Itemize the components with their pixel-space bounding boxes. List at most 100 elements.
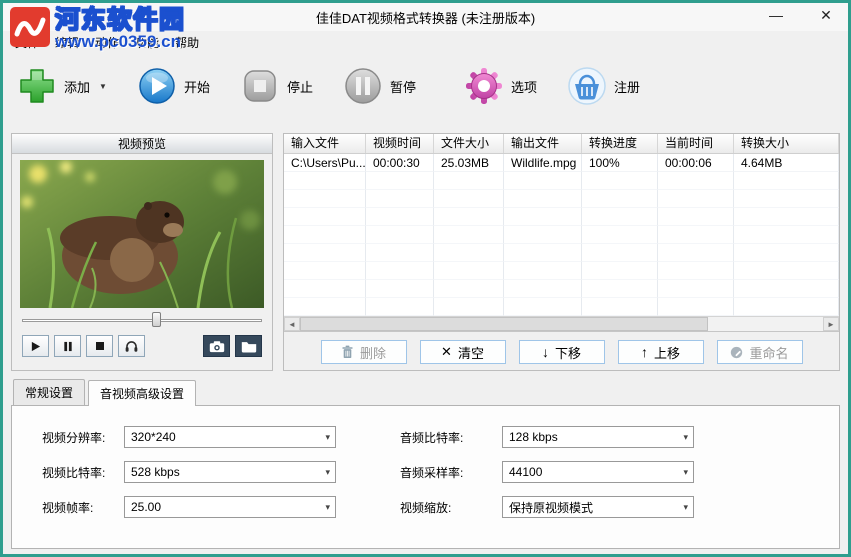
menu-item-action[interactable]: 动作 xyxy=(87,32,127,53)
folder-icon xyxy=(241,341,256,352)
file-table: 输入文件 视频时间 文件大小 输出文件 转换进度 当前时间 转换大小 C:\Us… xyxy=(284,134,839,332)
video-bitrate-select[interactable]: 528 kbps ▾ xyxy=(124,461,336,483)
pause-small-icon xyxy=(63,341,72,351)
scroll-left-button[interactable]: ◄ xyxy=(284,317,300,331)
add-button[interactable]: 添加 ▼ xyxy=(17,66,107,106)
audio-samplerate-select[interactable]: 44100 ▾ xyxy=(502,461,694,483)
menu-item-function[interactable]: 功能 xyxy=(127,32,167,53)
video-bitrate-label: 视频比特率: xyxy=(42,465,106,480)
combo-arrow-icon: ▾ xyxy=(683,467,688,477)
clear-button[interactable]: ✕ 清空 xyxy=(419,340,506,364)
combo-arrow-icon: ▾ xyxy=(325,467,330,477)
header-cell-input-file[interactable]: 输入文件 xyxy=(284,134,366,153)
table-row-empty xyxy=(284,190,839,208)
combo-arrow-icon: ▾ xyxy=(683,432,688,442)
minimize-button[interactable]: — xyxy=(766,7,786,24)
close-button[interactable]: ✕ xyxy=(816,7,836,24)
options-button[interactable]: 选项 xyxy=(464,66,537,106)
slider-track[interactable] xyxy=(22,319,262,322)
header-cell-file-size[interactable]: 文件大小 xyxy=(434,134,504,153)
scroll-right-button[interactable]: ► xyxy=(823,317,839,331)
horizontal-scrollbar[interactable]: ◄ ► xyxy=(284,316,839,331)
tab-advanced-settings[interactable]: 音视频高级设置 xyxy=(88,380,197,406)
table-header: 输入文件 视频时间 文件大小 输出文件 转换进度 当前时间 转换大小 xyxy=(284,134,839,154)
snapshot-button[interactable] xyxy=(203,335,230,357)
table-row-empty xyxy=(284,208,839,226)
move-up-button[interactable]: ↑ 上移 xyxy=(617,340,704,364)
move-down-label: 下移 xyxy=(554,345,581,361)
video-framerate-select[interactable]: 25.00 ▾ xyxy=(124,496,336,518)
rename-button[interactable]: 重命名 xyxy=(716,340,803,364)
register-icon xyxy=(568,67,606,105)
stop-icon xyxy=(244,70,276,102)
preview-seek-slider[interactable] xyxy=(22,312,262,328)
add-icon xyxy=(20,69,54,103)
slider-handle[interactable] xyxy=(151,312,161,327)
window-title: 佳佳DAT视频格式转换器 (未注册版本) xyxy=(315,10,536,26)
move-down-button[interactable]: ↓ 下移 xyxy=(518,340,605,364)
scrollbar-track[interactable] xyxy=(300,317,823,331)
video-scale-value: 保持原视频模式 xyxy=(509,500,594,515)
playback-stop-button[interactable] xyxy=(86,335,113,357)
combo-arrow-icon: ▾ xyxy=(683,502,688,512)
stop-small-icon xyxy=(95,342,104,350)
table-body: C:\Users\Pu... 00:00:30 25.03MB Wildlife… xyxy=(284,154,839,316)
browse-button[interactable] xyxy=(235,335,262,357)
video-scale-select[interactable]: 保持原视频模式 ▾ xyxy=(502,496,694,518)
list-action-bar: 删除 ✕ 清空 ↓ 下移 ↑ 上移 重命名 xyxy=(284,332,839,372)
move-up-label: 上移 xyxy=(653,345,680,361)
stop-button[interactable]: 停止 xyxy=(240,66,313,106)
delete-label: 删除 xyxy=(359,345,386,361)
up-arrow-icon: ↑ xyxy=(640,344,648,360)
menu-item-file[interactable]: 文件 xyxy=(7,32,47,53)
scrollbar-thumb[interactable] xyxy=(300,317,708,331)
playback-pause-button[interactable] xyxy=(54,335,81,357)
cell-file-size: 25.03MB xyxy=(434,154,504,172)
options-label: 选项 xyxy=(510,79,537,95)
advanced-settings-panel: 视频分辨率: 320*240 ▾ 视频比特率: 528 kbps ▾ 视频帧率: xyxy=(11,405,840,549)
headphones-icon xyxy=(125,340,138,352)
video-resolution-value: 320*240 xyxy=(131,430,176,444)
pause-label: 暂停 xyxy=(389,79,416,95)
start-button[interactable]: 开始 xyxy=(137,66,210,106)
cell-output-file: Wildlife.mpg xyxy=(504,154,582,172)
table-row-empty xyxy=(284,172,839,190)
header-cell-converted-size[interactable]: 转换大小 xyxy=(734,134,839,153)
table-row-empty xyxy=(284,262,839,280)
titlebar: 佳佳DAT视频格式转换器 (未注册版本) — ✕ xyxy=(3,3,848,31)
cell-converted-size: 4.64MB xyxy=(734,154,839,172)
trash-icon xyxy=(342,345,353,359)
cell-video-time: 00:00:30 xyxy=(366,154,434,172)
video-preview xyxy=(20,160,264,308)
table-row-empty xyxy=(284,244,839,262)
table-row[interactable]: C:\Users\Pu... 00:00:30 25.03MB Wildlife… xyxy=(284,154,839,172)
tab-general-settings[interactable]: 常规设置 xyxy=(13,379,86,405)
delete-button[interactable]: 删除 xyxy=(320,340,407,364)
down-arrow-icon: ↓ xyxy=(541,344,549,360)
file-list-panel: 输入文件 视频时间 文件大小 输出文件 转换进度 当前时间 转换大小 C:\Us… xyxy=(283,133,840,371)
settings-tabs: 常规设置 音视频高级设置 xyxy=(11,379,840,406)
header-cell-video-time[interactable]: 视频时间 xyxy=(366,134,434,153)
header-cell-output-file[interactable]: 输出文件 xyxy=(504,134,582,153)
register-button[interactable]: 注册 xyxy=(567,66,640,106)
table-row-empty xyxy=(284,226,839,244)
audio-samplerate-label: 音频采样率: xyxy=(400,465,464,480)
add-dropdown-arrow-icon[interactable]: ▼ xyxy=(99,82,107,91)
audio-bitrate-select[interactable]: 128 kbps ▾ xyxy=(502,426,694,448)
header-cell-current-time[interactable]: 当前时间 xyxy=(658,134,734,153)
video-bitrate-value: 528 kbps xyxy=(131,465,180,479)
header-cell-progress[interactable]: 转换进度 xyxy=(582,134,658,153)
cell-input-file: C:\Users\Pu... xyxy=(284,154,366,172)
playback-play-button[interactable] xyxy=(22,335,49,357)
audio-button[interactable] xyxy=(118,335,145,357)
pause-button[interactable]: 暂停 xyxy=(343,66,416,106)
rename-icon xyxy=(731,346,743,358)
table-row-empty xyxy=(284,280,839,298)
menu-item-edit[interactable]: 编辑 xyxy=(47,32,87,53)
menu-item-help[interactable]: 帮助 xyxy=(167,32,207,53)
clear-icon: ✕ xyxy=(441,344,452,359)
video-resolution-select[interactable]: 320*240 ▾ xyxy=(124,426,336,448)
audio-bitrate-label: 音频比特率: xyxy=(400,430,464,445)
video-scale-label: 视频缩放: xyxy=(400,500,452,515)
register-label: 注册 xyxy=(614,79,641,95)
